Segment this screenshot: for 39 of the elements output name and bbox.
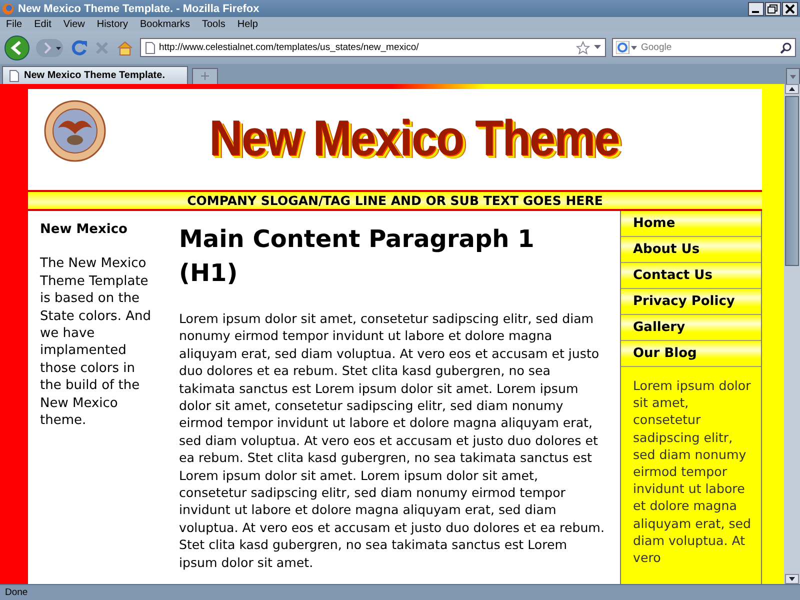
sidebar-title: New Mexico	[40, 221, 128, 238]
star-icon[interactable]	[576, 40, 590, 54]
site-logo: New Mexico Theme	[208, 108, 620, 168]
menu-item[interactable]: View	[63, 18, 85, 30]
close-button[interactable]	[782, 2, 798, 16]
scrollbar[interactable]	[784, 84, 800, 584]
new-tab-button[interactable]	[192, 68, 218, 84]
nav-link[interactable]: Privacy Policy	[621, 289, 761, 315]
slogan-bar: COMPANY SLOGAN/TAG LINE AND OR SUB TEXT GOES HERE	[28, 190, 762, 211]
maximize-button[interactable]	[765, 2, 781, 16]
search-bar[interactable]: Google	[612, 38, 796, 57]
nav-link[interactable]: About Us	[621, 237, 761, 263]
address-bar[interactable]: http://www.celestialnet.com/templates/us_states/new_mexico/	[140, 38, 606, 57]
menu-item[interactable]: Edit	[34, 18, 52, 30]
search-icon[interactable]	[780, 42, 792, 54]
home-icon[interactable]	[116, 40, 134, 56]
page-icon	[145, 42, 155, 54]
state-seal-drawing	[44, 100, 106, 162]
menu-item[interactable]: Help	[237, 18, 258, 30]
menu-item[interactable]: File	[6, 18, 22, 30]
sidebar-text: Lorem ipsum dolor sit amet, consetetur sadipscing elitr, sed diam nonumy eirmod tempor invidunt ut labore et dolore magna aliquyam erat, sed diam voluptua. At vero	[632, 377, 752, 566]
back-button[interactable]	[4, 34, 30, 60]
browser-tab[interactable]: New Mexico Theme Template.	[2, 66, 188, 84]
main-heading: Main Content Paragraph 1 (H1)	[179, 224, 536, 289]
menu-item[interactable]: Bookmarks	[140, 18, 190, 30]
sidebar-text: The New Mexico Theme Template is based on the State colors. And we have implamented those colors in the build of the New Mexico theme.	[40, 255, 152, 430]
menu-item[interactable]: History	[96, 18, 128, 30]
nav-link[interactable]: Home	[621, 211, 761, 237]
reload-icon[interactable]	[70, 38, 88, 56]
dropdown-icon[interactable]	[594, 45, 601, 50]
nav-link[interactable]: Gallery	[621, 315, 761, 341]
window-title: New Mexico Theme Template. - Mozilla Firefox	[18, 2, 260, 14]
main-paragraph: Lorem ipsum dolor sit amet, consetetur sadipscing elitr, sed diam nonumy eirmod tempor invidunt ut labore et dolore magna aliquyam erat, sed diam voluptua. At vero eos et accusam et justo duo dolores et ea rebum. Stet clita kasd gubergren, no sea takimata sanctus est Lorem ipsum dolor sit amet. Lorem ipsum dolor sit amet, consetetur sadipscing elitr, sed diam nonumy eirmod tempor invidunt ut labore et dolore magna aliquyam erat, sed diam voluptua. At vero eos et accusam et justo duo dolores et ea rebum. Stet clita kasd gubergren, no sea takimata sanctus est Lorem ipsum dolor sit amet. Lorem ipsum dolor sit amet, consetetur sadipscing elitr, sed diam nonumy eirmod tempor invidunt ut labore et dolore magna aliquyam erat, sed diam voluptua. At vero eos et accusam et justo duo dolores et ea rebum. Stet clita kasd gubergren, no sea takimata sanctus est Lorem ipsum dolor sit amet.	[179, 310, 606, 572]
page-icon	[9, 70, 19, 82]
minimize-button[interactable]	[748, 2, 764, 16]
menu-item[interactable]: Tools	[202, 18, 226, 30]
status-text: Done	[5, 587, 28, 598]
nav-link[interactable]: Contact Us	[621, 263, 761, 289]
nav-link[interactable]: Our Blog	[621, 341, 761, 367]
